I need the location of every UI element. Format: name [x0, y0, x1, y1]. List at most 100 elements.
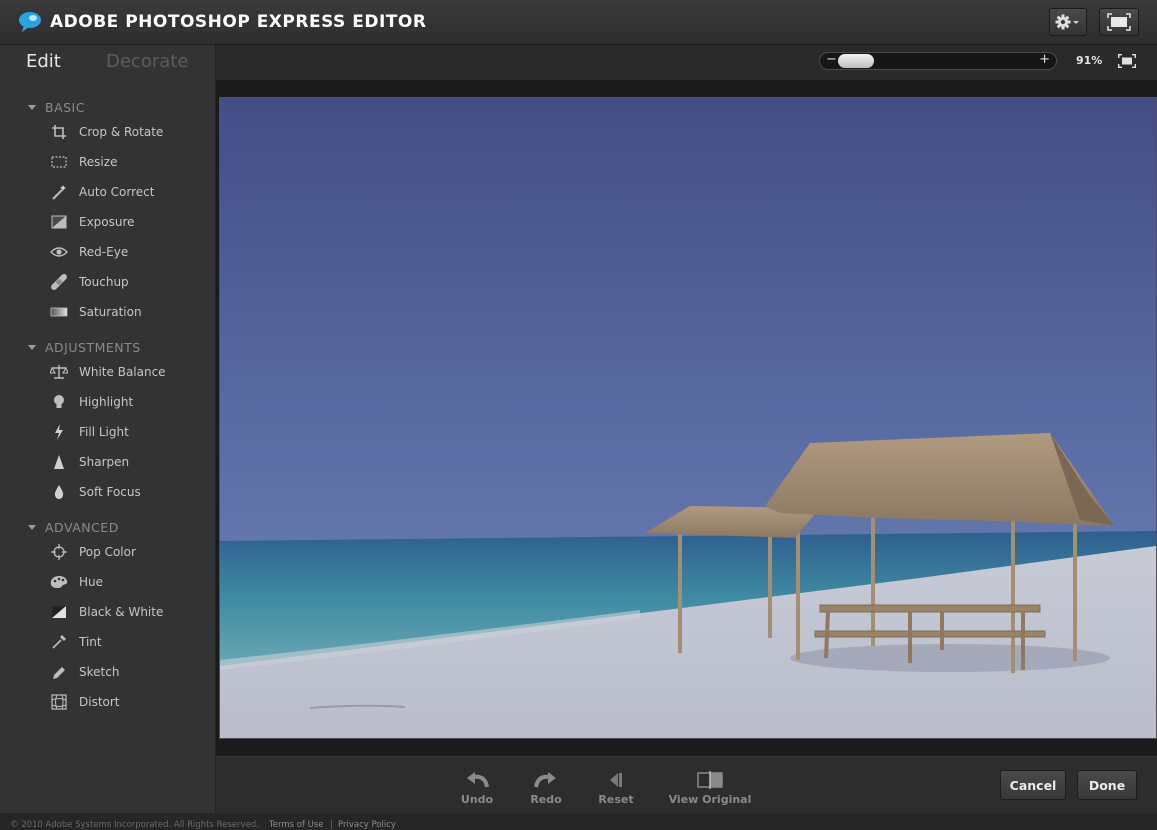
collapse-triangle-icon: [28, 345, 36, 350]
tool-saturation[interactable]: Saturation: [46, 301, 211, 323]
tool-label: Touchup: [79, 275, 129, 289]
section-adjustments[interactable]: ADJUSTMENTS: [28, 340, 141, 355]
tool-pop-color[interactable]: Pop Color: [46, 541, 211, 563]
zoom-out-button[interactable]: −: [826, 52, 837, 67]
terms-of-use-link[interactable]: Terms of Use: [269, 820, 324, 830]
tool-tint[interactable]: Tint: [46, 631, 211, 653]
fit-to-screen-icon[interactable]: [1118, 54, 1136, 68]
cancel-button[interactable]: Cancel: [1000, 770, 1066, 800]
settings-button[interactable]: [1049, 8, 1087, 36]
collapse-triangle-icon: [28, 525, 36, 530]
view-original-button[interactable]: View Original: [665, 767, 755, 806]
lightning-icon: [46, 423, 72, 441]
zoom-bar: − + 91%: [216, 45, 1157, 79]
view-original-label: View Original: [668, 793, 752, 806]
triangle-icon: [46, 453, 72, 471]
tool-sharpen[interactable]: Sharpen: [46, 451, 211, 473]
eye-icon: [46, 243, 72, 261]
photo-beach-hut[interactable]: [219, 97, 1157, 739]
reset-label: Reset: [598, 793, 634, 806]
footer: © 2010 Adobe Systems Incorporated. All R…: [0, 813, 1157, 830]
tool-sketch[interactable]: Sketch: [46, 661, 211, 683]
tool-label: Pop Color: [79, 545, 136, 559]
tool-label: Soft Focus: [79, 485, 141, 499]
tool-white-balance[interactable]: White Balance: [46, 361, 211, 383]
tool-touchup[interactable]: Touchup: [46, 271, 211, 293]
redo-icon: [534, 772, 556, 788]
section-basic[interactable]: BASIC: [28, 100, 85, 115]
reset-icon: [610, 773, 622, 787]
dropper-icon: [46, 633, 72, 651]
resize-icon: [46, 153, 72, 171]
privacy-policy-link[interactable]: Privacy Policy: [338, 820, 396, 830]
done-button[interactable]: Done: [1077, 770, 1137, 800]
magic-wand-icon: [46, 183, 72, 201]
tool-soft-focus[interactable]: Soft Focus: [46, 481, 211, 503]
tool-label: Tint: [79, 635, 102, 649]
tool-label: Red-Eye: [79, 245, 129, 259]
drop-icon: [46, 483, 72, 501]
image-canvas: [216, 80, 1157, 756]
mode-tabs: Edit Decorate: [0, 51, 215, 81]
section-adjustments-label: ADJUSTMENTS: [45, 340, 141, 355]
section-advanced-label: ADVANCED: [45, 520, 119, 535]
undo-label: Undo: [460, 793, 494, 806]
tool-label: Crop & Rotate: [79, 125, 164, 139]
tool-hue[interactable]: Hue: [46, 571, 211, 593]
tool-red-eye[interactable]: Red-Eye: [46, 241, 211, 263]
pencil-icon: [46, 663, 72, 681]
tool-resize[interactable]: Resize: [46, 151, 211, 173]
redo-label: Redo: [530, 793, 562, 806]
zoom-slider[interactable]: − +: [819, 52, 1057, 70]
zoom-slider-thumb[interactable]: [838, 54, 874, 68]
tool-label: Sharpen: [79, 455, 130, 469]
footer-separator: |: [330, 820, 333, 830]
crop-icon: [46, 123, 72, 141]
tool-label: Auto Correct: [79, 185, 155, 199]
tool-highlight[interactable]: Highlight: [46, 391, 211, 413]
tool-black-white[interactable]: Black & White: [46, 601, 211, 623]
scale-icon: [46, 363, 72, 381]
copyright-text: © 2010 Adobe Systems Incorporated. All R…: [10, 820, 259, 830]
tool-label: Exposure: [79, 215, 135, 229]
palette-icon: [46, 573, 72, 591]
collapse-triangle-icon: [28, 105, 36, 110]
tool-label: Distort: [79, 695, 120, 709]
crosshair-icon: [46, 543, 72, 561]
tab-decorate[interactable]: Decorate: [106, 51, 188, 72]
fullscreen-button[interactable]: [1099, 8, 1139, 36]
black-white-icon: [46, 603, 72, 621]
gear-icon: [1055, 14, 1079, 30]
app-title: ADOBE PHOTOSHOP EXPRESS EDITOR: [50, 12, 427, 32]
zoom-in-button[interactable]: +: [1039, 52, 1050, 67]
tool-distort[interactable]: Distort: [46, 691, 211, 713]
section-advanced[interactable]: ADVANCED: [28, 520, 119, 535]
tool-auto-correct[interactable]: Auto Correct: [46, 181, 211, 203]
tool-crop-rotate[interactable]: Crop & Rotate: [46, 121, 211, 143]
tool-label: Sketch: [79, 665, 120, 679]
distort-icon: [46, 693, 72, 711]
undo-icon: [467, 772, 489, 788]
action-bar: Undo Redo Reset View Original Cancel Don…: [216, 756, 1157, 814]
exposure-icon: [46, 213, 72, 231]
tab-edit[interactable]: Edit: [26, 51, 61, 72]
tool-exposure[interactable]: Exposure: [46, 211, 211, 233]
lightbulb-icon: [46, 393, 72, 411]
tool-label: Saturation: [79, 305, 142, 319]
bandage-icon: [46, 273, 72, 291]
zoom-percentage: 91%: [1076, 54, 1103, 67]
reset-button[interactable]: Reset: [586, 767, 646, 806]
tool-label: Hue: [79, 575, 104, 589]
title-bar: ADOBE PHOTOSHOP EXPRESS EDITOR: [0, 0, 1157, 45]
tool-label: Highlight: [79, 395, 134, 409]
section-basic-label: BASIC: [45, 100, 85, 115]
saturation-icon: [46, 303, 72, 321]
tool-label: Black & White: [79, 605, 164, 619]
tool-label: Fill Light: [79, 425, 129, 439]
tools-sidebar: Edit Decorate BASIC Crop & Rotate Resize…: [0, 45, 216, 813]
fullscreen-icon: [1107, 13, 1131, 31]
tool-label: White Balance: [79, 365, 166, 379]
tool-fill-light[interactable]: Fill Light: [46, 421, 211, 443]
undo-button[interactable]: Undo: [447, 767, 507, 806]
redo-button[interactable]: Redo: [516, 767, 576, 806]
